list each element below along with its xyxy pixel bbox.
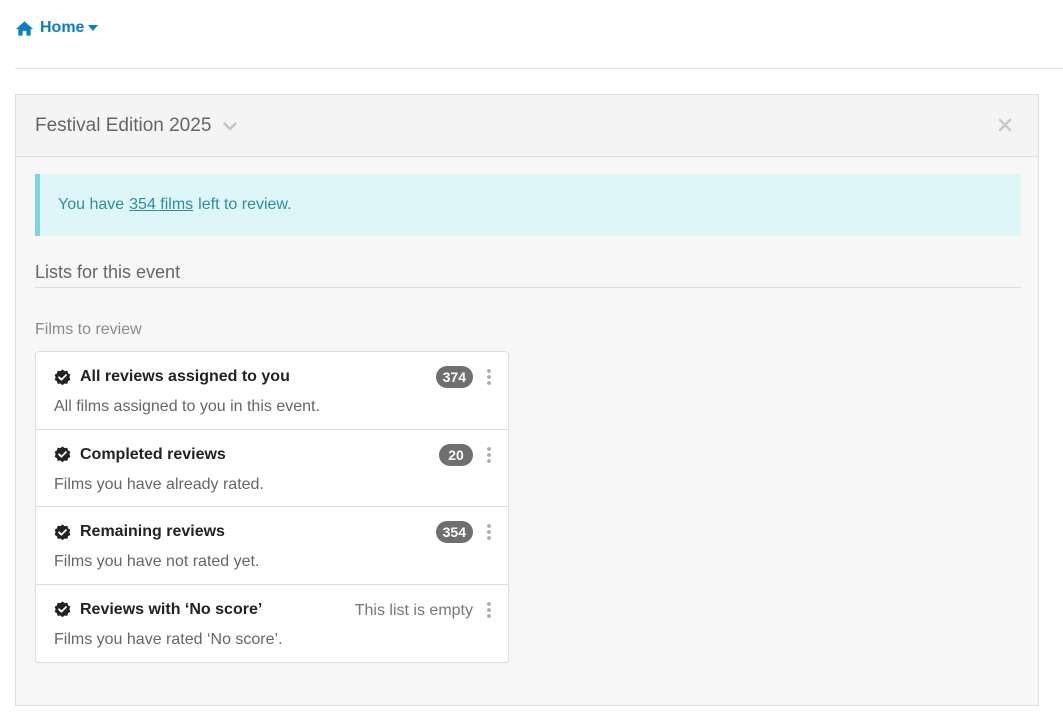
- event-selector[interactable]: Festival Edition 2025: [35, 115, 238, 137]
- list-item-title: Completed reviews: [54, 446, 226, 464]
- review-alert: You have 354 films left to review.: [35, 174, 1021, 236]
- review-list-group: All reviews assigned to you All films as…: [35, 351, 509, 663]
- list-item-description: Films you have already rated.: [54, 475, 264, 493]
- list-item-remaining-reviews[interactable]: Remaining reviews Films you have not rat…: [36, 507, 508, 585]
- list-item-description: Films you have not rated yet.: [54, 553, 260, 570]
- count-badge: 20: [439, 443, 473, 466]
- kebab-menu-icon[interactable]: [485, 368, 493, 386]
- caret-down-icon: [88, 25, 99, 31]
- home-nav-dropdown[interactable]: Home: [15, 14, 99, 42]
- event-panel: Festival Edition 2025 You have 354 films…: [15, 94, 1039, 706]
- list-item-title: All reviews assigned to you: [54, 368, 290, 386]
- kebab-menu-icon[interactable]: [485, 523, 493, 541]
- home-icon: [15, 20, 34, 36]
- verified-check-icon: [54, 446, 71, 463]
- films-left-link[interactable]: 354 films: [129, 196, 193, 214]
- list-item-completed-reviews[interactable]: Completed reviews Films you have already…: [36, 430, 508, 507]
- verified-check-icon: [54, 601, 71, 618]
- list-item-title-text: Remaining reviews: [80, 523, 225, 540]
- home-nav-label: Home: [40, 19, 85, 36]
- list-item-no-score-reviews[interactable]: Reviews with ‘No score’ Films you have r…: [36, 585, 508, 663]
- lists-heading: Lists for this event: [35, 262, 1021, 288]
- close-icon[interactable]: [998, 118, 1012, 132]
- section-label: Films to review: [35, 321, 142, 338]
- list-item-title-text: Reviews with ‘No score’: [80, 600, 263, 618]
- count-badge: 374: [435, 366, 473, 388]
- alert-prefix: You have: [58, 196, 125, 213]
- verified-check-icon: [54, 368, 71, 385]
- list-item-title-text: All reviews assigned to you: [80, 368, 290, 385]
- list-item-description: All films assigned to you in this event.: [54, 398, 320, 415]
- panel-header: Festival Edition 2025: [16, 95, 1038, 157]
- kebab-menu-icon[interactable]: [485, 446, 493, 464]
- chevron-down-icon: [223, 121, 238, 130]
- list-item-description: Films you have rated ‘No score’.: [54, 630, 283, 648]
- list-item-title-text: Completed reviews: [80, 445, 226, 463]
- count-badge: 354: [435, 521, 473, 543]
- event-title: Festival Edition 2025: [35, 115, 212, 136]
- top-divider: [15, 68, 1063, 69]
- empty-list-note: This list is empty: [354, 601, 473, 619]
- alert-suffix: left to review.: [198, 196, 292, 213]
- list-item-title: Reviews with ‘No score’: [54, 601, 262, 619]
- list-item-title: Remaining reviews: [54, 523, 225, 541]
- list-item-all-reviews[interactable]: All reviews assigned to you All films as…: [36, 352, 508, 430]
- verified-check-icon: [54, 523, 71, 540]
- kebab-menu-icon[interactable]: [485, 601, 493, 619]
